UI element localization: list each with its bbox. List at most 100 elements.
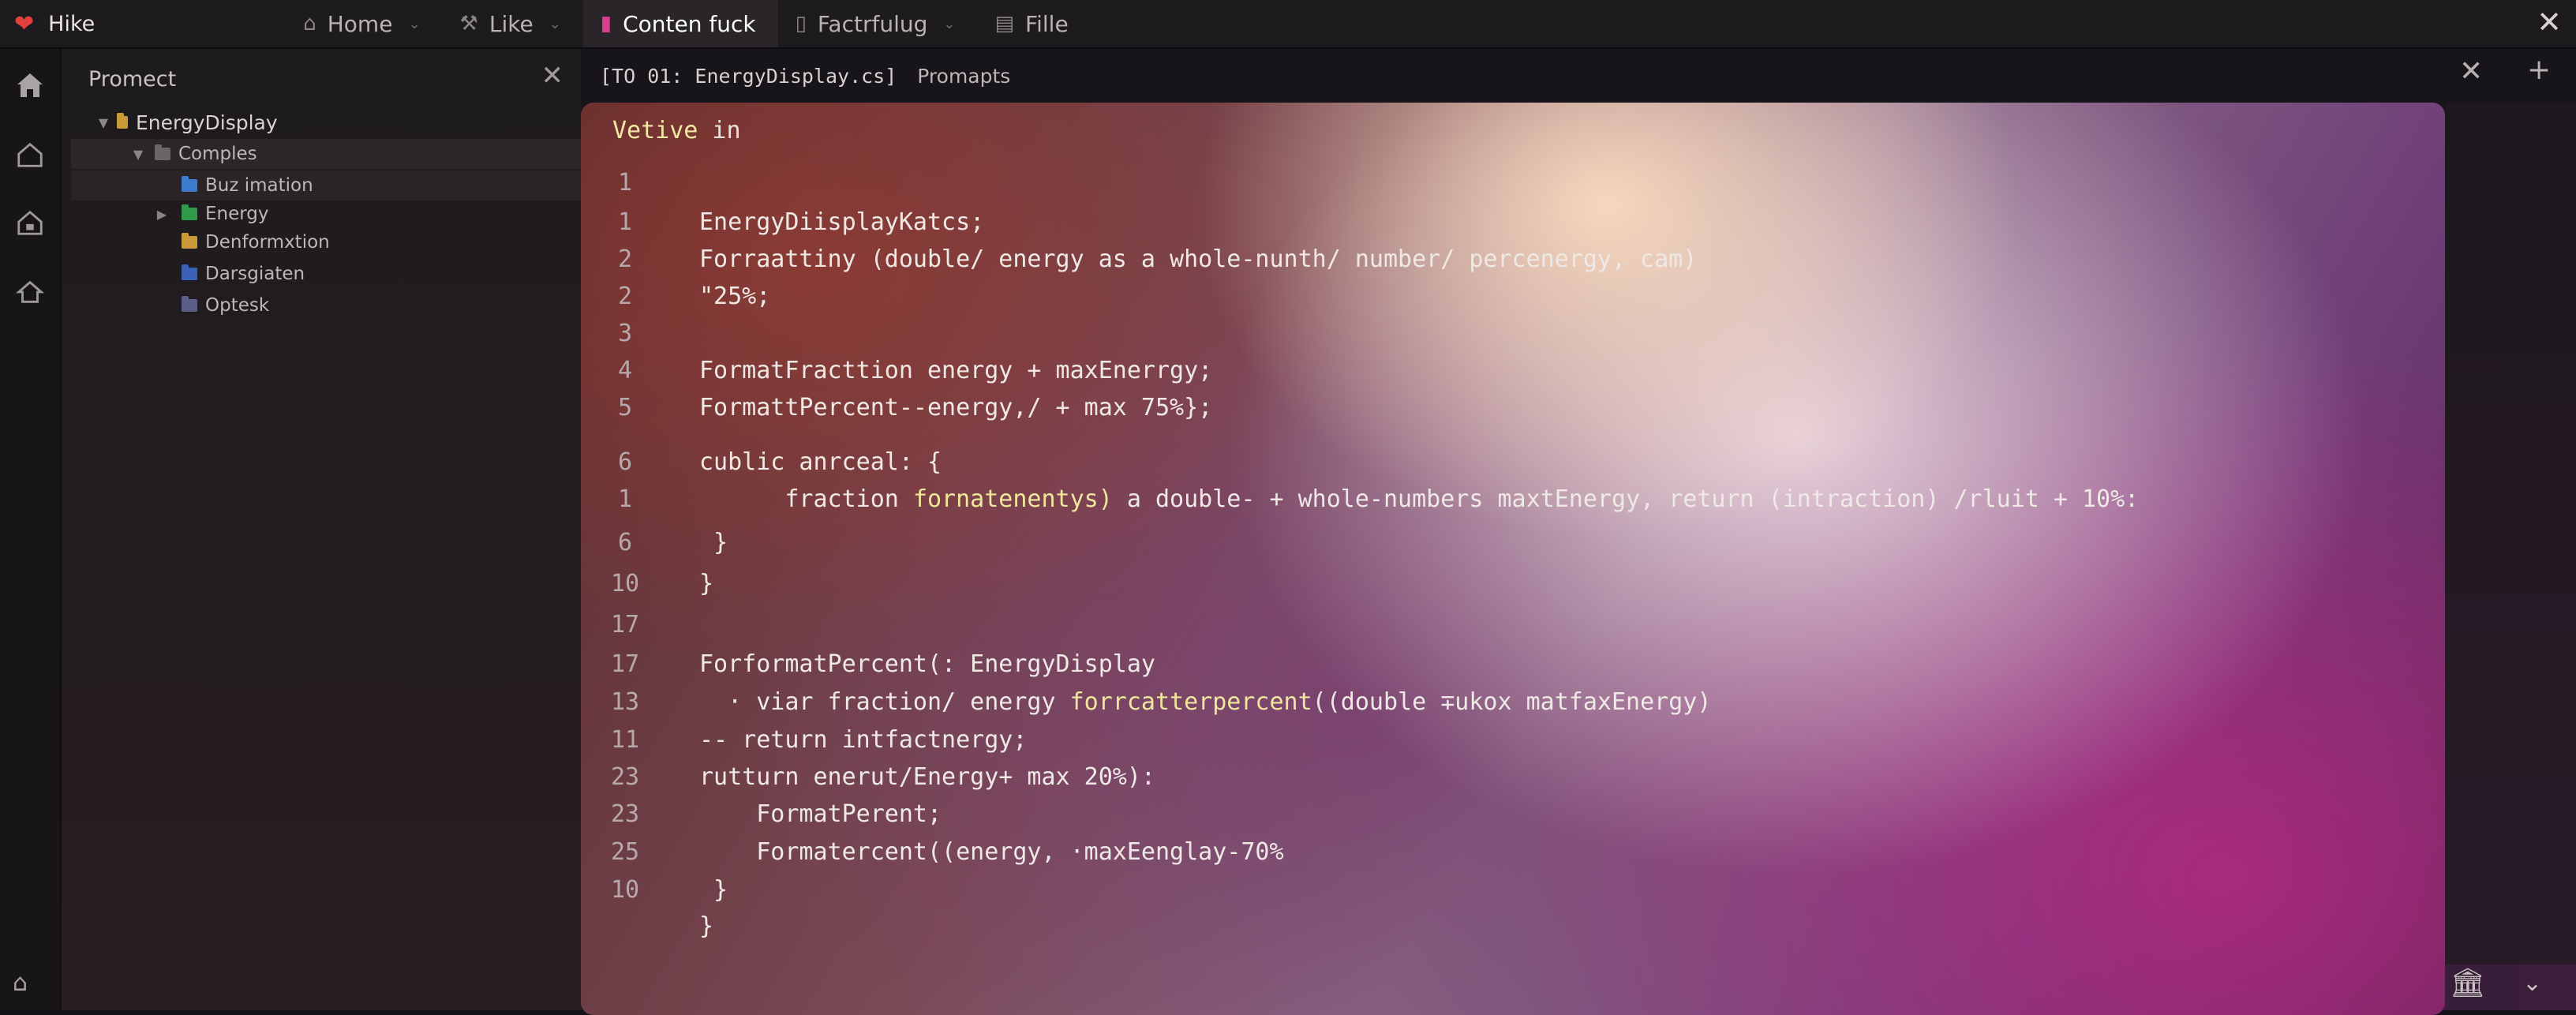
title-bar: ❤ Hike ⌂ Home ⌄ ⚒ Like ⌄ ▮ Conten fuck ▯… [0, 0, 2576, 49]
house-gear-icon[interactable] [11, 204, 49, 242]
tree-item-label: Comples [178, 144, 257, 164]
line-number: 17 [610, 611, 640, 639]
tab-label: Like [489, 10, 534, 37]
editor-tab-promapts[interactable]: Promapts [917, 65, 1010, 88]
line-number: 2 [617, 245, 633, 273]
code-highlight: fornatenentys) [912, 485, 1113, 513]
code-line[interactable]: 17 ForformatPercent(: EnergyDisplay [581, 647, 2445, 682]
project-sidebar: Promect ✕ ▼ EnergyDisplay ▼ Comples Buz … [62, 49, 584, 1010]
tree-item-buz-imation[interactable]: Buz imation [71, 170, 584, 200]
code-line[interactable]: 1 fraction fornatenentys) a double- + wh… [581, 482, 2445, 517]
code-line[interactable]: 23 FormatPerent; [581, 797, 2445, 832]
tab-fille[interactable]: ▤ Fille [977, 0, 1090, 47]
code-line[interactable]: 11 -- return intfactnergy; [581, 723, 2445, 758]
code-line[interactable]: 2 Forraattiny (double/ energy as a whole-… [581, 242, 2445, 277]
editor-tab-file[interactable]: [TO 01: EnergyDisplay.cs] [600, 65, 897, 88]
tablet-icon: ▯ [795, 12, 807, 36]
code-text: · viar fraction/ energy forrcatterpercen… [699, 685, 1711, 720]
line-number: 13 [610, 688, 640, 716]
code-text: } [699, 529, 728, 556]
chevron-down-icon[interactable]: ⌄ [943, 16, 955, 32]
hammer-icon: ⚒ [459, 12, 478, 36]
folder-icon [155, 144, 170, 160]
line-number: 11 [610, 726, 640, 754]
code-line[interactable]: 5 FormattPercent--energy,/ + max 75%}; [581, 391, 2445, 425]
line-number: 23 [610, 763, 640, 791]
code-line[interactable]: 13 · viar fraction/ energy forrcatterper… [581, 685, 2445, 720]
code-line[interactable]: 17 [581, 608, 2445, 642]
line-number: 25 [610, 838, 640, 866]
caret-down-icon[interactable]: ▼ [95, 115, 112, 130]
tab-like[interactable]: ⚒ Like ⌄ [443, 0, 583, 47]
line-number: 6 [617, 529, 633, 556]
tab-factrfulug[interactable]: ▯ Factrfulug ⌄ [778, 0, 978, 47]
home-outline-icon[interactable] [11, 136, 49, 174]
chevron-down-icon[interactable]: ⌄ [408, 16, 420, 32]
code-text: } [699, 912, 714, 940]
folder-icon [182, 233, 197, 249]
folder-icon [182, 264, 197, 280]
home-small-icon[interactable]: ⌂ [13, 969, 28, 997]
add-tab-icon[interactable]: + [2527, 54, 2551, 86]
tree-item-energydisplay[interactable]: ▼ EnergyDisplay [71, 107, 605, 137]
folder-icon [182, 176, 197, 192]
tree-item-label: Energy [205, 204, 269, 224]
code-text: FormatPerent; [699, 800, 942, 828]
code-line[interactable]: 4 FormatFracttion energy + maxEnerrgy; [581, 354, 2445, 388]
code-line[interactable]: 2 "25%; [581, 279, 2445, 314]
heart-icon: ❤ [14, 9, 35, 38]
code-editor[interactable]: Vetive in 1 1 EnergyDiisplayKatcs; 2 Forraat… [581, 103, 2445, 1015]
close-editor-icon[interactable]: ✕ [2459, 55, 2483, 88]
tab-conten-fuck[interactable]: ▮ Conten fuck [582, 0, 778, 47]
code-text: fraction fornatenentys) a double- + whol… [699, 482, 2139, 517]
minimap-area [2445, 103, 2576, 1010]
building-icon[interactable] [11, 273, 49, 311]
line-number: 17 [610, 650, 640, 678]
tree-item-label: Denformxtion [205, 232, 330, 253]
code-line[interactable]: 10 } [581, 873, 2445, 908]
window-close-icon[interactable]: ✕ [2537, 5, 2562, 39]
code-line[interactable]: } [581, 909, 2445, 944]
tree-item-label: Buz imation [205, 175, 313, 196]
code-line[interactable]: 25 Formatercent((energy, ·maxEenglay-70% [581, 835, 2445, 870]
tree-item-comples[interactable]: ▼ Comples [71, 139, 584, 169]
caret-down-icon[interactable]: ▼ [129, 147, 147, 162]
line-number: 1 [617, 208, 633, 236]
code-line[interactable]: 10} [581, 567, 2445, 601]
line-number: 1 [617, 485, 633, 513]
tab-home[interactable]: ⌂ Home ⌄ [286, 0, 442, 47]
code-line[interactable]: 1 EnergyDiisplayKatcs; [581, 205, 2445, 240]
code-text: FormattPercent--energy,/ + max 75%}; [699, 394, 1213, 421]
code-text: EnergyDiisplayKatcs; [699, 208, 985, 236]
chevron-down-icon[interactable]: ⌄ [549, 16, 561, 32]
code-text: } [699, 876, 728, 904]
tree-item-label: Darsgiaten [205, 264, 305, 284]
home-filled-icon[interactable] [11, 66, 49, 104]
tab-label: Fille [1025, 10, 1069, 37]
code-line[interactable]: 6 cublic anrceal: { [581, 445, 2445, 480]
code-text: -- return intfactnergy; [699, 726, 1028, 754]
folder-icon [117, 113, 128, 129]
app-brand[interactable]: ❤ Hike [0, 0, 114, 47]
caret-right-icon[interactable]: ▶ [153, 207, 170, 222]
code-text: Formatercent((energy, ·maxEenglay-70% [699, 838, 1284, 866]
code-text: } [699, 570, 714, 597]
code-line[interactable]: 6 } [581, 526, 2445, 560]
code-segment: fraction [699, 485, 913, 513]
bank-icon[interactable]: 🏛 [2450, 966, 2486, 999]
heading-keyword: Vetive [612, 117, 698, 144]
chevron-down-icon[interactable]: ⌄ [2522, 969, 2542, 997]
code-line[interactable]: 23 rutturn enerut/Energy+ max 20%): [581, 760, 2445, 795]
code-highlight: forrcatterpercent [1069, 688, 1312, 716]
folder-icon [182, 204, 197, 220]
close-icon[interactable]: ✕ [541, 60, 564, 92]
line-number: 10 [610, 570, 640, 597]
code-line[interactable]: 1 [581, 166, 2445, 200]
tree-item-energy[interactable]: ▶ Energy [71, 199, 663, 229]
code-line[interactable]: 3 [581, 316, 2445, 351]
folder-icon [182, 296, 197, 312]
code-text: "25%; [699, 283, 771, 310]
bookmark-icon: ▮ [600, 12, 612, 36]
tab-label: Conten fuck [623, 10, 756, 37]
line-number: 4 [617, 357, 633, 384]
